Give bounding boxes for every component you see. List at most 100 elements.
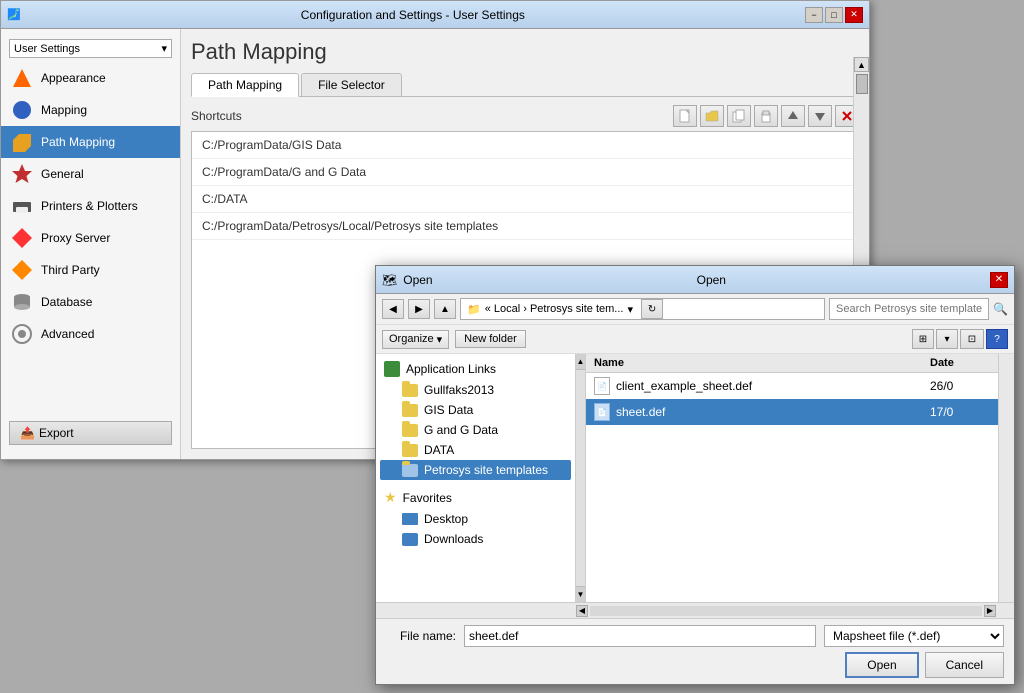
nav-up-btn[interactable]: ▲ xyxy=(434,299,456,319)
toolbar-icons xyxy=(673,105,859,127)
folder-icon-data xyxy=(402,444,418,457)
sidebar-label-database: Database xyxy=(41,295,92,309)
sidebar-label-mapping: Mapping xyxy=(41,103,87,117)
tree-item-desktop[interactable]: Desktop xyxy=(380,509,571,529)
appearance-icon xyxy=(11,67,33,89)
toolbar-new-btn[interactable] xyxy=(673,105,697,127)
path-item-0[interactable]: C:/ProgramData/GIS Data xyxy=(192,132,858,159)
breadcrumb-dropdown-arrow[interactable]: ▾ xyxy=(627,303,633,316)
maximize-btn[interactable]: □ xyxy=(825,7,843,23)
organize-btn[interactable]: Organize ▾ xyxy=(382,330,449,349)
file-date-1: 17/0 xyxy=(930,405,990,419)
sidebar-label-advanced: Advanced xyxy=(41,327,94,341)
tree-label-app-links: Application Links xyxy=(406,362,496,376)
desktop-icon xyxy=(402,513,418,525)
printers-icon xyxy=(11,195,33,217)
tree-label-g-and-g: G and G Data xyxy=(424,423,498,437)
main-window-title: Configuration and Settings - User Settin… xyxy=(21,8,805,22)
tree-scroll-down[interactable]: ▼ xyxy=(576,586,585,602)
filename-input[interactable] xyxy=(464,625,816,647)
tree-item-g-and-g[interactable]: G and G Data xyxy=(380,420,571,440)
sidebar-item-database[interactable]: Database xyxy=(1,286,180,318)
view-help-btn[interactable]: ? xyxy=(986,329,1008,349)
toolbar-open-folder-btn[interactable] xyxy=(700,105,724,127)
tree-item-gis-data[interactable]: GIS Data xyxy=(380,400,571,420)
sidebar-label-printers: Printers & Plotters xyxy=(41,199,138,213)
sidebar: User Settings ▾ Appearance Mapping P xyxy=(1,29,181,459)
proxy-icon xyxy=(11,227,33,249)
tree-label-gis-data: GIS Data xyxy=(424,403,473,417)
app-links-icon xyxy=(384,361,400,377)
export-label: Export xyxy=(39,426,74,440)
file-list-header: Name Date xyxy=(586,354,998,373)
close-btn[interactable]: ✕ xyxy=(845,7,863,23)
tree-item-data[interactable]: DATA xyxy=(380,440,571,460)
folder-icon-gis-data xyxy=(402,404,418,417)
file-date-0: 26/0 xyxy=(930,379,990,393)
shortcuts-bar: Shortcuts xyxy=(191,105,859,127)
sidebar-label-path-mapping: Path Mapping xyxy=(41,135,115,149)
view-dropdown-btn[interactable]: ▾ xyxy=(936,329,958,349)
sidebar-item-path-mapping[interactable]: Path Mapping xyxy=(1,126,180,158)
h-scroll-right[interactable]: ▶ xyxy=(984,605,996,617)
file-row-1[interactable]: 📄 sheet.def 17/0 xyxy=(586,399,998,425)
sidebar-label-proxy: Proxy Server xyxy=(41,231,110,245)
toolbar-paste-btn[interactable] xyxy=(754,105,778,127)
tree-item-downloads[interactable]: Downloads xyxy=(380,529,571,549)
nav-forward-btn[interactable]: ▶ xyxy=(408,299,430,319)
tree-label-downloads: Downloads xyxy=(424,532,483,546)
path-item-3[interactable]: C:/ProgramData/Petrosys/Local/Petrosys s… xyxy=(192,213,858,240)
sidebar-item-printers[interactable]: Printers & Plotters xyxy=(1,190,180,222)
sidebar-item-general[interactable]: General xyxy=(1,158,180,190)
toolbar-copy-btn[interactable] xyxy=(727,105,751,127)
file-list-scrollbar[interactable] xyxy=(998,354,1014,602)
file-row-0[interactable]: 📄 client_example_sheet.def 26/0 xyxy=(586,373,998,399)
sidebar-item-proxy[interactable]: Proxy Server xyxy=(1,222,180,254)
nav-back-btn[interactable]: ◀ xyxy=(382,299,404,319)
tree-item-favorites[interactable]: ★ Favorites xyxy=(380,486,571,509)
breadcrumb-text: « Local › Petrosys site tem... xyxy=(485,303,624,315)
pathmapping-icon xyxy=(11,131,33,153)
cancel-dialog-btn[interactable]: Cancel xyxy=(925,652,1004,678)
view-details-btn[interactable]: ⊞ xyxy=(912,329,934,349)
user-settings-dropdown[interactable]: User Settings ▾ xyxy=(9,39,172,58)
sidebar-item-mapping[interactable]: Mapping xyxy=(1,94,180,126)
scroll-up-arrow[interactable]: ▲ xyxy=(854,57,869,72)
new-folder-btn[interactable]: New folder xyxy=(455,330,526,348)
breadcrumb-refresh-btn[interactable]: ↻ xyxy=(641,299,663,319)
dialog-body: Application Links Gullfaks2013 GIS Data … xyxy=(376,354,1014,602)
col-name: Name xyxy=(594,357,930,369)
tree-label-data: DATA xyxy=(424,443,454,457)
file-list: Name Date 📄 client_example_sheet.def 26/… xyxy=(586,354,998,602)
export-button[interactable]: 📤 Export xyxy=(9,421,172,445)
h-scroll-left[interactable]: ◀ xyxy=(576,605,588,617)
search-input[interactable] xyxy=(829,298,989,320)
path-item-2[interactable]: C:/DATA xyxy=(192,186,858,213)
sidebar-item-advanced[interactable]: Advanced xyxy=(1,318,180,350)
open-dialog-btn[interactable]: Open xyxy=(845,652,918,678)
view-toggle: ⊞ ▾ ⊡ ? xyxy=(912,329,1008,349)
tab-file-selector[interactable]: File Selector xyxy=(301,73,402,96)
tree-scroll-up[interactable]: ▲ xyxy=(576,354,585,370)
tree-item-gullfaks[interactable]: Gullfaks2013 xyxy=(380,380,571,400)
tab-path-mapping[interactable]: Path Mapping xyxy=(191,73,299,97)
view-large-icons-btn[interactable]: ⊡ xyxy=(960,329,984,349)
mapping-icon xyxy=(11,99,33,121)
dialog-title: Open xyxy=(403,273,432,287)
toolbar-move-down-btn[interactable] xyxy=(808,105,832,127)
filetype-select[interactable]: Mapsheet file (*.def) xyxy=(824,625,1004,647)
downloads-icon xyxy=(402,533,418,546)
sidebar-item-appearance[interactable]: Appearance xyxy=(1,62,180,94)
favorites-star-icon: ★ xyxy=(384,489,397,506)
dialog-titlebar-left: 🗺 Open xyxy=(382,273,433,287)
toolbar-move-up-btn[interactable] xyxy=(781,105,805,127)
tree-item-app-links[interactable]: Application Links xyxy=(380,358,571,380)
path-item-1[interactable]: C:/ProgramData/G and G Data xyxy=(192,159,858,186)
dialog-titlebar: 🗺 Open Open ✕ xyxy=(376,266,1014,294)
minimize-btn[interactable]: − xyxy=(805,7,823,23)
sidebar-item-third-party[interactable]: Third Party xyxy=(1,254,180,286)
dialog-close-btn[interactable]: ✕ xyxy=(990,272,1008,288)
horizontal-scrollbar[interactable]: ◀ ▶ xyxy=(376,602,1014,618)
tree-scrollbar[interactable]: ▲ ▼ xyxy=(576,354,586,602)
tree-item-petrosys[interactable]: Petrosys site templates xyxy=(380,460,571,480)
